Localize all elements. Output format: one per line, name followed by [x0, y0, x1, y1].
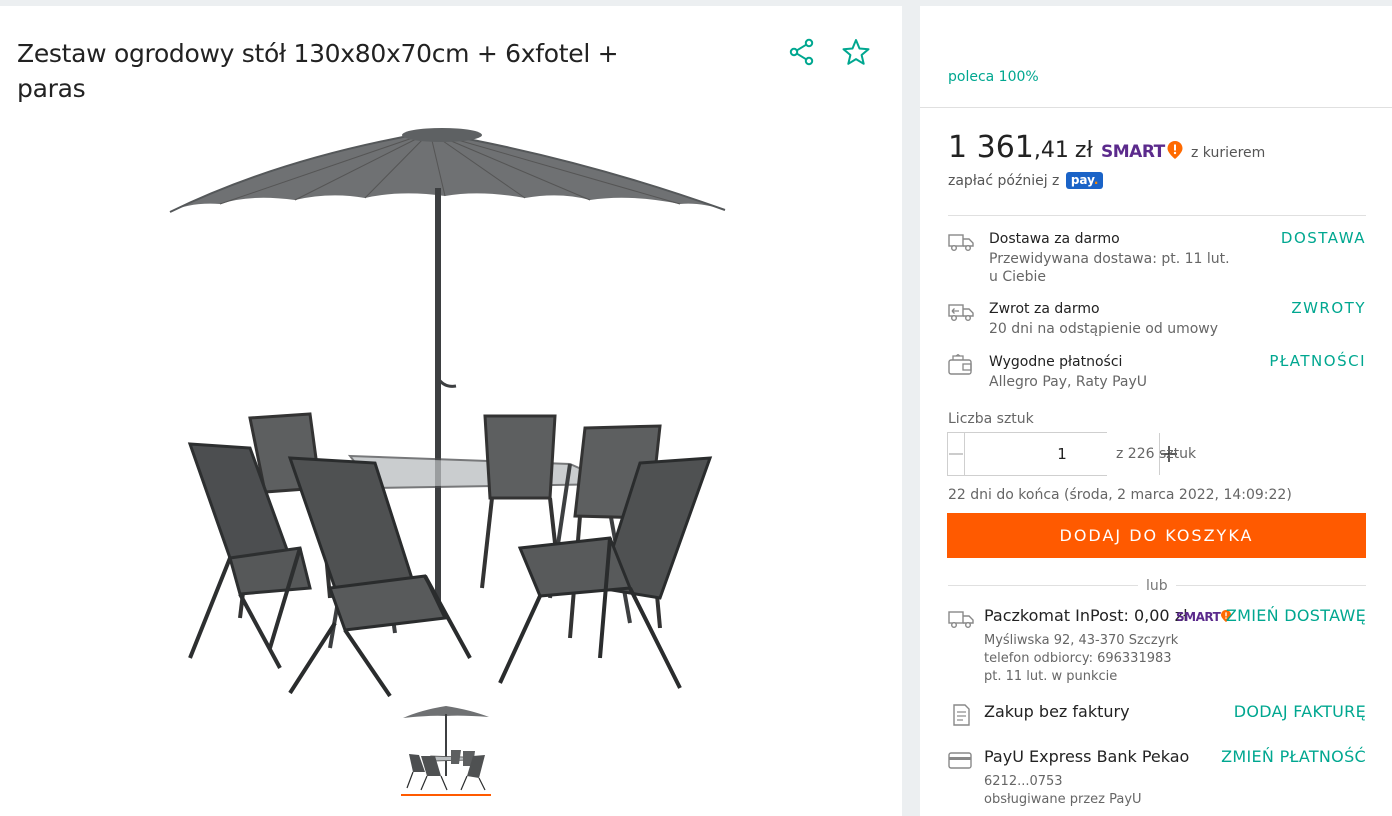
card-icon [948, 752, 972, 769]
share-button[interactable] [786, 36, 818, 68]
pay-later: zapłać później z pay. [948, 172, 1104, 189]
returns-info: Zwrot za darmo 20 dni na odstąpienie od … [948, 299, 1366, 337]
quantity-label: Liczba sztuk [948, 411, 1034, 427]
delivery-info: Dostawa za darmo Przewidywana dostawa: p… [948, 229, 1366, 285]
add-invoice-link[interactable]: DODAJ FAKTURĘ [1234, 702, 1366, 721]
smart-badge-small: SMART [1176, 609, 1232, 624]
or-separator: lub [1138, 578, 1176, 594]
pay-later-text: zapłać później z [948, 173, 1060, 189]
delivery-date: pt. 11 lut. w punkcie [984, 669, 1118, 684]
seller-rating[interactable]: poleca 100% [948, 69, 1039, 85]
product-gallery-panel: Zestaw ogrodowy stół 130x80x70cm + 6xfot… [0, 6, 902, 816]
return-truck-icon [948, 304, 974, 321]
price: 1 361,41 zł [948, 130, 1093, 165]
product-title: Zestaw ogrodowy stół 130x80x70cm + 6xfot… [17, 39, 619, 103]
product-thumbnail[interactable] [401, 704, 491, 796]
quantity-stepper [947, 432, 1177, 476]
returns-link[interactable]: ZWROTY [1291, 299, 1366, 317]
quantity-decrease-button[interactable] [948, 433, 965, 475]
payments-info: Wygodne płatności Allegro Pay, Raty PayU… [948, 352, 1366, 390]
truck-icon [948, 234, 974, 251]
delivery-link[interactable]: DOSTAWA [1281, 229, 1366, 247]
purchase-panel: poleca 100% 1 361,41 zł SMART z kurierem … [920, 6, 1392, 816]
delivery-place: u Ciebie [989, 269, 1046, 285]
minus-icon [949, 453, 963, 455]
recipient-phone: telefon odbiorcy: 696331983 [984, 651, 1172, 666]
favorite-button[interactable] [840, 36, 872, 68]
smart-label: SMART [1176, 610, 1221, 624]
add-to-cart-button[interactable]: DODAJ DO KOSZYKA [947, 513, 1366, 558]
invoice-option: Zakup bez faktury DODAJ FAKTURĘ [948, 702, 1366, 728]
invoice-title: Zakup bez faktury [984, 702, 1130, 721]
delivery-title: Dostawa za darmo [989, 231, 1120, 247]
delivery-option: Paczkomat InPost: 0,00 zł SMART ZMIEŃ DO… [948, 606, 1366, 686]
price-integer: 1 361 [948, 130, 1034, 165]
offer-end-time: 22 dni do końca (środa, 2 marca 2022, 14… [948, 487, 1292, 503]
price-decimal: ,41 [1033, 138, 1069, 163]
payments-link[interactable]: PŁATNOŚCI [1269, 352, 1366, 370]
payment-title: PayU Express Bank Pekao [984, 747, 1190, 766]
star-icon [842, 39, 870, 65]
quantity-available: z 226 sztuk [1116, 446, 1197, 462]
invoice-icon [953, 704, 970, 726]
card-number: 6212...0753 [984, 774, 1063, 789]
price-currency: zł [1074, 138, 1093, 163]
returns-title: Zwrot za darmo [989, 301, 1100, 317]
payments-title: Wygodne płatności [989, 354, 1123, 370]
delivery-address: Myśliwska 92, 43-370 Szczyrk [984, 633, 1179, 648]
courier-text: z kurierem [1191, 145, 1266, 161]
returns-sub: 20 dni na odstąpienie od umowy [989, 321, 1219, 337]
payments-sub: Allegro Pay, Raty PayU [989, 374, 1148, 390]
smart-label: SMART [1101, 142, 1165, 162]
parcel-locker-icon [948, 611, 974, 628]
payment-option: PayU Express Bank Pekao ZMIEŃ PŁATNOŚĆ 6… [948, 747, 1366, 807]
divider [948, 215, 1366, 216]
change-payment-link[interactable]: ZMIEŃ PŁATNOŚĆ [1221, 747, 1366, 766]
smart-icon [1167, 141, 1183, 159]
delivery-estimate: Przewidywana dostawa: pt. 11 lut. [989, 251, 1230, 267]
allegro-pay-logo: pay. [1065, 172, 1104, 189]
wallet-icon [948, 354, 972, 375]
divider [920, 107, 1392, 108]
product-main-image[interactable] [160, 118, 740, 708]
thumbnail-image [403, 706, 489, 791]
change-delivery-link[interactable]: ZMIEŃ DOSTAWĘ [1226, 606, 1366, 625]
smart-badge: SMART [1101, 140, 1184, 162]
payment-provider: obsługiwane przez PayU [984, 792, 1142, 807]
share-icon [789, 38, 814, 66]
delivery-option-title: Paczkomat InPost: 0,00 zł [984, 606, 1188, 625]
